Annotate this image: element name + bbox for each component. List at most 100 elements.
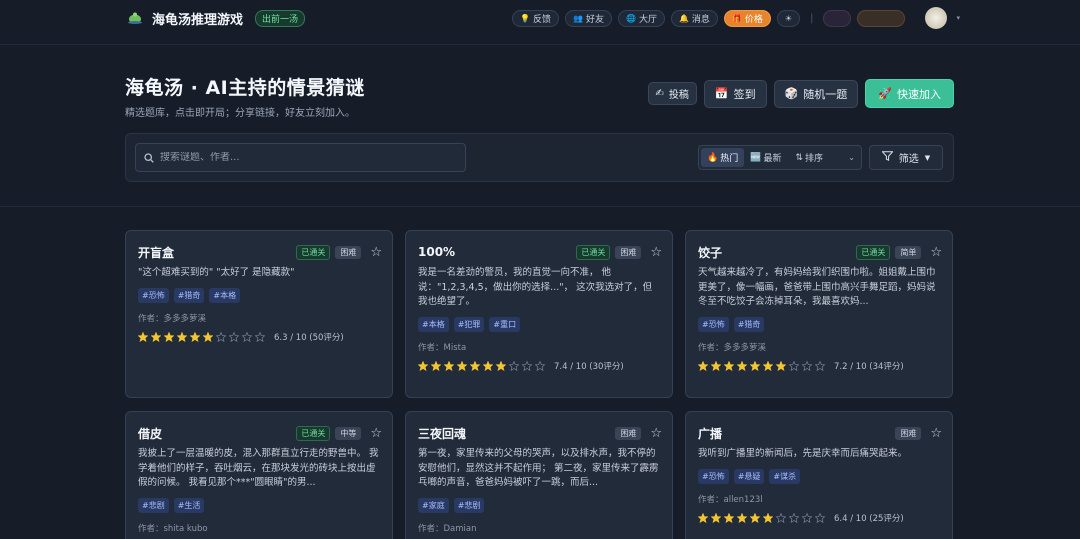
passed-badge: 已通关 — [296, 244, 331, 260]
favorite-star-icon[interactable]: ☆ — [650, 245, 662, 260]
sort-select[interactable]: ⇅ 排序 — [789, 148, 829, 167]
puzzle-card[interactable]: 饺子 已通关 简单 ☆ 天气越来越冷了，有妈妈给我们织围巾啦。姐姐戴上围巾更美了，像一幅… — [685, 230, 953, 398]
rocket-icon: 🚀 — [878, 87, 892, 100]
star-icon — [724, 360, 734, 371]
star-icon — [737, 360, 747, 371]
card-description: 我是一名差劲的警员，我的直觉一向不准， 他说："1,2,3,4,5，做出你的选择… — [418, 267, 653, 307]
funnel-icon — [881, 151, 894, 164]
puzzle-card[interactable]: 广播 困难 ☆ 我听到广播里的新闻后，先是庆幸而后痛哭起来。 #恐怖 #悬疑 #谋杀 作者：a… — [685, 411, 953, 539]
difficulty-badge: 中等 — [335, 426, 362, 440]
tag[interactable]: #家庭 — [418, 497, 449, 513]
search-icon — [144, 148, 154, 167]
star-icon — [522, 360, 532, 371]
tag[interactable]: #生活 — [173, 497, 205, 513]
tag[interactable]: #悲剧 — [453, 497, 485, 513]
star-icon — [763, 360, 773, 371]
sort-group: 🔥 热门 🆕 最新 ⇅ 排序 ⌄ — [698, 145, 862, 170]
nav-feedback-button[interactable]: 💡 反馈 — [512, 9, 559, 27]
star-icon — [802, 360, 812, 371]
nav-messages-button[interactable]: 🔔 消息 — [670, 9, 718, 27]
tag-list: #恐怖 #悬疑 #谋杀 — [698, 468, 801, 484]
card-title[interactable]: 100% — [418, 245, 455, 259]
header-divider — [0, 44, 1080, 45]
card-title[interactable]: 开盲盒 — [138, 244, 174, 261]
star-icon — [815, 360, 825, 371]
rating-text: 6.4 / 10 (25评分) — [834, 513, 904, 524]
tag[interactable]: #悬疑 — [733, 468, 765, 484]
card-header: 借皮 已通关 中等 ☆ — [138, 425, 382, 441]
blurred-badge[interactable] — [823, 9, 852, 27]
puzzle-card[interactable]: 100% 已通关 困难 ☆ 我是一名差劲的警员，我的直觉一向不准， 他说："1,2,3,… — [405, 230, 673, 398]
nav-lobby-button[interactable]: 🌐 大厅 — [617, 9, 665, 27]
star-icon — [789, 360, 799, 371]
puzzle-card[interactable]: 开盲盒 已通关 困难 ☆ "这个超难买到的" "太好了 是隐藏款" #恐怖 #猎奇 #本格 作者… — [125, 230, 393, 398]
dice-icon: 🎲 — [784, 87, 799, 100]
theme-toggle-button[interactable]: ☀ — [776, 9, 801, 27]
card-title[interactable]: 广播 — [698, 425, 722, 442]
rating-text: 6.3 / 10 (50评分) — [274, 332, 344, 343]
rating-text: 7.2 / 10 (34评分) — [834, 361, 904, 372]
checkin-button[interactable]: 📅 签到 — [703, 79, 767, 108]
quick-join-button[interactable]: 🚀 快速加入 — [865, 79, 954, 108]
star-icon — [203, 331, 213, 342]
tag[interactable]: #本格 — [209, 287, 241, 303]
random-puzzle-button[interactable]: 🎲 随机一题 — [773, 79, 859, 108]
tag[interactable]: #恐怖 — [138, 287, 169, 303]
tag[interactable]: #恐怖 — [698, 316, 729, 332]
star-icon — [535, 360, 545, 371]
tag[interactable]: #犯罪 — [453, 316, 485, 332]
card-title[interactable]: 借皮 — [138, 425, 162, 442]
top-bar: 海龟汤推理游戏 出前一汤 💡 反馈 👥 好友 🌐 大厅 🔔 消息 🎁 价格 ☀ | ▾ — [0, 0, 1080, 36]
tag[interactable]: #猎奇 — [173, 287, 205, 303]
nav-price-button[interactable]: 🎁 价格 — [723, 9, 771, 27]
star-icon — [151, 331, 161, 342]
favorite-star-icon[interactable]: ☆ — [370, 426, 382, 441]
favorite-star-icon[interactable]: ☆ — [370, 245, 382, 260]
brand-name[interactable]: 海龟汤推理游戏 — [152, 9, 243, 28]
star-icon — [431, 360, 441, 371]
card-description: "这个超难买到的" "太好了 是隐藏款" — [138, 267, 295, 278]
card-author: 作者：多多多萝溪 — [138, 313, 207, 324]
calendar-icon: 📅 — [714, 87, 729, 100]
card-badges: 困难 ☆ — [615, 426, 662, 441]
tab-hot[interactable]: 🔥 热门 — [701, 148, 745, 167]
bell-icon: 🔔 — [678, 13, 689, 23]
favorite-star-icon[interactable]: ☆ — [930, 245, 942, 260]
favorite-star-icon[interactable]: ☆ — [930, 426, 942, 441]
puzzle-card[interactable]: 借皮 已通关 中等 ☆ 我披上了一层温暖的皮，混入那群直立行走的野兽中。 我学着他们的样… — [125, 411, 393, 539]
tag[interactable]: #重口 — [489, 316, 521, 332]
section-divider — [0, 206, 1080, 207]
rating: 6.4 / 10 (25评分) — [698, 512, 904, 524]
card-header: 开盲盒 已通关 困难 ☆ — [138, 244, 382, 260]
card-badges: 已通关 中等 ☆ — [296, 425, 382, 441]
tab-latest[interactable]: 🆕 最新 — [744, 148, 787, 167]
tag[interactable]: #悲剧 — [138, 497, 169, 513]
new-icon: 🆕 — [750, 152, 762, 163]
tag[interactable]: #谋杀 — [769, 468, 801, 484]
nav-friends-button[interactable]: 👥 好友 — [564, 9, 612, 27]
search-box[interactable] — [135, 143, 466, 172]
tag[interactable]: #本格 — [418, 316, 449, 332]
puzzle-card[interactable]: 三夜回魂 困难 ☆ 第一夜，家里传来的父母的哭声，以及排水声，我不停的安慰他们，显然这… — [405, 411, 673, 539]
tag-list: #恐怖 #猎奇 — [698, 316, 765, 332]
star-icon — [802, 512, 812, 523]
chevron-down-icon[interactable]: ▾ — [956, 14, 960, 22]
passed-badge: 已通关 — [856, 244, 891, 260]
favorite-star-icon[interactable]: ☆ — [650, 426, 662, 441]
submit-puzzle-button[interactable]: ✍ 投稿 — [647, 82, 697, 105]
filter-button[interactable]: 筛选 ▼ — [869, 145, 943, 170]
avatar[interactable] — [925, 7, 948, 29]
star-icon — [737, 512, 747, 523]
tag[interactable]: #恐怖 — [698, 468, 729, 484]
chevron-down-icon[interactable]: ⌄ — [848, 153, 859, 162]
rating-text: 7.4 / 10 (30评分) — [554, 361, 624, 372]
tag[interactable]: #猎奇 — [733, 316, 765, 332]
star-icon — [444, 360, 454, 371]
search-input[interactable] — [160, 152, 450, 163]
card-title[interactable]: 饺子 — [698, 244, 722, 261]
star-icon — [242, 331, 252, 342]
blurred-badge-wide[interactable] — [857, 9, 906, 27]
card-title[interactable]: 三夜回魂 — [418, 425, 466, 442]
star-icon — [216, 331, 226, 342]
turtle-logo-icon[interactable] — [127, 10, 143, 26]
